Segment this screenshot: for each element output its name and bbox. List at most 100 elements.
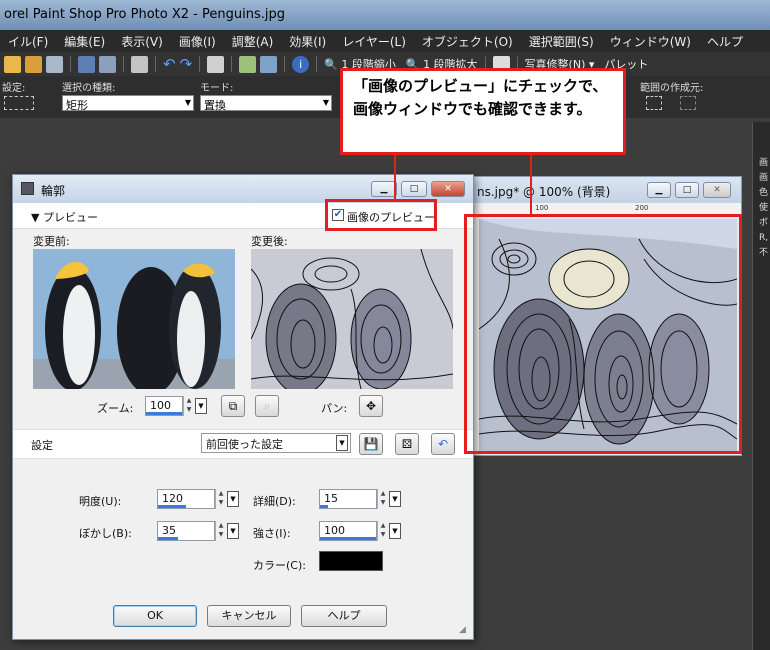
randomize-icon[interactable]: ⚄ — [395, 433, 419, 455]
selection-source-icon[interactable] — [646, 96, 662, 110]
image-window-title-bar: ns.jpg* @ 100% (背景) ▁ □ ✕ — [471, 177, 741, 203]
side-panel-item: 画 — [759, 158, 769, 168]
blur-dropdown[interactable]: ▼ — [227, 523, 239, 539]
help-button[interactable]: ヘルプ — [301, 605, 387, 627]
settings-dropdown[interactable]: 前回使った設定 ▼ — [201, 433, 351, 453]
toolbar-divider — [231, 56, 233, 72]
undo-icon[interactable]: ↶ — [163, 55, 176, 73]
detail-value: 15 — [324, 492, 338, 505]
fit-zoom-button[interactable]: ⧉ — [221, 395, 245, 417]
after-label: 変更後: — [251, 235, 288, 248]
menu-help[interactable]: ヘルプ — [699, 33, 751, 50]
detail-dropdown[interactable]: ▼ — [389, 491, 401, 507]
before-preview-image[interactable] — [33, 249, 235, 389]
menu-objects[interactable]: オブジェクト(O) — [414, 33, 521, 50]
toolbar-divider — [155, 56, 156, 72]
maximize-button[interactable]: □ — [401, 181, 427, 197]
menu-layers[interactable]: レイヤー(L) — [334, 33, 414, 50]
highlight-preview-checkbox — [325, 199, 437, 231]
menu-selections[interactable]: 選択範囲(S) — [521, 33, 602, 50]
mode-value: 置換 — [204, 99, 226, 112]
menu-edit[interactable]: 編集(E) — [56, 33, 113, 50]
zoom-bar — [146, 412, 182, 415]
zoom-value: 100 — [150, 399, 171, 412]
menu-view[interactable]: 表示(V) — [113, 33, 171, 50]
app-title-bar: orel Paint Shop Pro Photo X2 - Penguins.… — [0, 0, 770, 30]
open-file-icon[interactable] — [25, 55, 42, 73]
menu-file[interactable]: イル(F) — [0, 33, 56, 50]
paste-icon[interactable] — [239, 55, 257, 73]
setting-label: 設定: — [2, 83, 26, 94]
blur-spinner[interactable]: ▲ ▼ — [215, 521, 226, 541]
brightness-dropdown[interactable]: ▼ — [227, 491, 239, 507]
strength-dropdown[interactable]: ▼ — [389, 523, 401, 539]
chevron-down-icon: ▼ — [322, 98, 329, 107]
detail-spinner[interactable]: ▲ ▼ — [377, 489, 388, 509]
settings-label: 設定 — [31, 439, 53, 452]
detail-label: 詳細(D): — [253, 495, 296, 508]
brightness-spinner[interactable]: ▲ ▼ — [215, 489, 226, 509]
paste-new-icon[interactable] — [260, 55, 278, 73]
print-icon[interactable] — [131, 55, 148, 73]
toolbar-divider — [199, 56, 201, 72]
menu-image[interactable]: 画像(I) — [171, 33, 224, 50]
ok-button[interactable]: OK — [113, 605, 197, 627]
redo-icon[interactable]: ↷ — [180, 55, 193, 73]
after-preview-image[interactable] — [251, 249, 453, 389]
zoom-input[interactable]: 100 — [145, 396, 183, 416]
detail-input[interactable]: 15 — [319, 489, 377, 509]
chevron-down-icon: ▼ — [184, 98, 191, 107]
image-window-title: ns.jpg* @ 100% (背景) — [477, 185, 611, 199]
highlight-image-window — [464, 214, 742, 454]
menu-adjust[interactable]: 調整(A) — [224, 33, 282, 50]
maximize-button[interactable]: □ — [675, 182, 699, 198]
strength-input[interactable]: 100 — [319, 521, 377, 541]
zoom-spinner[interactable]: ▲ ▼ — [183, 396, 194, 416]
side-panel-item: 画 — [759, 173, 769, 183]
menu-effects[interactable]: 効果(I) — [281, 33, 334, 50]
brightness-bar — [158, 505, 186, 508]
callout-connector — [530, 155, 532, 214]
brightness-value: 120 — [162, 492, 183, 505]
callout-connector — [394, 155, 396, 199]
settings-value: 前回使った設定 — [206, 438, 283, 451]
menu-window[interactable]: ウィンドウ(W) — [602, 33, 699, 50]
copy-icon[interactable] — [207, 55, 225, 73]
color-label: カラー(C): — [253, 559, 306, 572]
toolbar-divider — [316, 56, 318, 72]
zoom-dropdown[interactable]: ▼ — [195, 398, 207, 414]
side-panel-item: R, — [759, 233, 769, 243]
side-panel-item: ボ — [759, 218, 769, 228]
blur-input[interactable]: 35 — [157, 521, 215, 541]
ruler-mark: 100 — [535, 204, 549, 212]
info-icon[interactable]: i — [292, 55, 310, 73]
browse-icon[interactable] — [46, 55, 63, 73]
color-swatch[interactable] — [319, 551, 383, 571]
mode-dropdown[interactable]: 置換 ▼ — [200, 95, 332, 112]
callout-box: 「画像のプレビュー」にチェックで、画像ウィンドウでも確認できます。 — [340, 68, 626, 155]
toolbar-divider — [123, 56, 124, 72]
close-button[interactable]: ✕ — [703, 182, 731, 198]
contour-dialog: 輪郭 ▁ □ ✕ ▼ プレビュー ✔ 画像のプレビュー 変更前: 変更後: ズー… — [12, 174, 474, 640]
selection-type-dropdown[interactable]: 矩形 ▼ — [62, 95, 194, 112]
selection-type-label: 選択の種類: — [62, 83, 116, 94]
brightness-input[interactable]: 120 — [157, 489, 215, 509]
save-as-icon[interactable] — [99, 55, 116, 73]
resize-grip-icon[interactable]: ◢ — [459, 625, 466, 635]
mode-label: モード: — [200, 83, 234, 94]
save-preset-icon[interactable]: 💾 — [359, 433, 383, 455]
pan-button[interactable]: ✥ — [359, 395, 383, 417]
preset-dropdown[interactable] — [4, 96, 34, 110]
blur-bar — [158, 537, 178, 540]
reset-icon[interactable]: ↶ — [431, 433, 455, 455]
preview-toggle[interactable]: ▼ プレビュー — [31, 209, 98, 225]
new-file-icon[interactable] — [4, 55, 21, 73]
blur-value: 35 — [162, 524, 176, 537]
minimize-button[interactable]: ▁ — [647, 182, 671, 198]
cancel-button[interactable]: キャンセル — [207, 605, 291, 627]
strength-spinner[interactable]: ▲ ▼ — [377, 521, 388, 541]
close-button[interactable]: ✕ — [431, 181, 465, 197]
selection-source-icon[interactable] — [680, 96, 696, 110]
save-icon[interactable] — [78, 55, 95, 73]
zoom-tool-icon[interactable]: ⌕ — [255, 395, 279, 417]
